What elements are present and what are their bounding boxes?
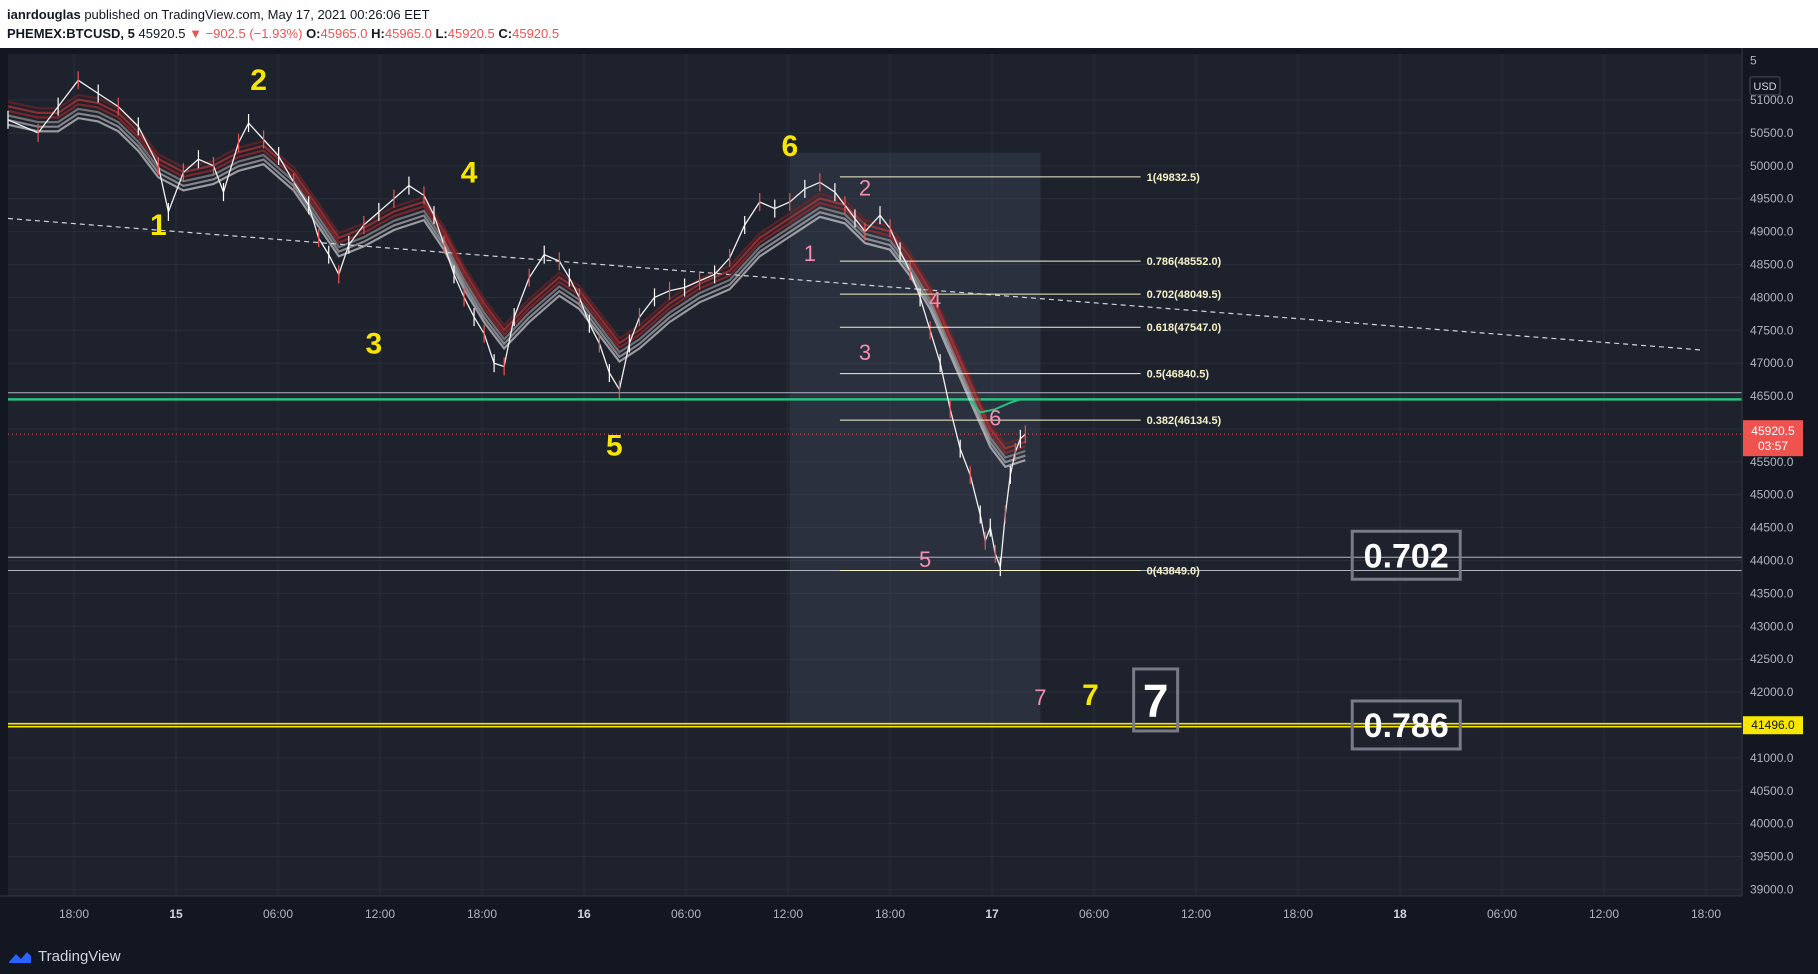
brand-label[interactable]: TradingView: [38, 948, 121, 965]
time-axis-tick: 18: [1393, 907, 1407, 921]
time-axis-tick: 18:00: [59, 907, 89, 921]
price-axis-tick: 50500.0: [1750, 126, 1794, 140]
publish-info: ianrdouglas published on TradingView.com…: [7, 7, 430, 22]
fib-level-label: 0(43849.0): [1147, 565, 1201, 577]
high-value: 45965.0: [384, 26, 432, 41]
wave-label-yellow: 5: [606, 429, 623, 462]
price-axis-tick: 49000.0: [1750, 225, 1794, 239]
wave-label-yellow: 1: [150, 209, 167, 242]
fib-level-label: 1(49832.5): [1147, 172, 1201, 184]
price-axis-tick: 46500.0: [1750, 389, 1794, 403]
wave-label-pink: 3: [859, 340, 871, 365]
wave-label-yellow: 3: [366, 327, 383, 360]
price-axis-tick: 42500.0: [1750, 652, 1794, 666]
author-name[interactable]: ianrdouglas: [7, 7, 81, 22]
support-price-tag-value: 41496.0: [1751, 718, 1795, 732]
time-axis-tick: 18:00: [875, 907, 905, 921]
price-axis-tick: 49500.0: [1750, 192, 1794, 206]
low-label: L:: [435, 26, 448, 41]
wave-label-yellow: 4: [461, 156, 478, 189]
time-axis-tick: 06:00: [1487, 907, 1517, 921]
price-axis-tick: 50000.0: [1750, 159, 1794, 173]
fib-level-label: 0.5(46840.5): [1147, 369, 1210, 381]
time-axis-tick: 12:00: [773, 907, 803, 921]
low-value: 45920.5: [447, 26, 495, 41]
change-text: ▼ −902.5 (−1.93%): [189, 26, 303, 41]
wave-label-pink: 7: [1034, 685, 1046, 710]
time-axis-tick: 12:00: [1181, 907, 1211, 921]
currency-label: USD: [1753, 81, 1776, 93]
symbol-label[interactable]: PHEMEX:BTCUSD, 5: [7, 26, 135, 41]
time-axis-tick: 18:00: [1691, 907, 1721, 921]
last-price-tag-value: 45920.5: [1751, 424, 1795, 438]
price-axis-tick: 44000.0: [1750, 554, 1794, 568]
wave-label-yellow: 2: [250, 64, 267, 97]
price-axis-tick: 42000.0: [1750, 685, 1794, 699]
fib-level-label: 0.702(48049.5): [1147, 289, 1222, 301]
time-axis-tick: 16: [577, 907, 591, 921]
wave-label-pink: 4: [929, 287, 941, 312]
price-axis-tick: 45000.0: [1750, 488, 1794, 502]
bar-countdown: 03:57: [1758, 439, 1788, 453]
time-axis-tick: 18:00: [467, 907, 497, 921]
time-axis-tick: 15: [169, 907, 183, 921]
time-axis-tick: 06:00: [1079, 907, 1109, 921]
high-label: H:: [371, 26, 385, 41]
ratio-box-label: 0.702: [1364, 537, 1449, 575]
price-axis-tick: 39000.0: [1750, 882, 1794, 896]
wave-label-yellow: 7: [1082, 679, 1099, 712]
publish-text: published on TradingView.com, May 17, 20…: [84, 7, 430, 22]
time-axis-tick: 06:00: [671, 907, 701, 921]
price-axis-tick: 48500.0: [1750, 258, 1794, 272]
wave-label-pink: 5: [919, 547, 931, 572]
price-axis-tick: 5: [1750, 54, 1757, 68]
price-axis-tick: 45500.0: [1750, 455, 1794, 469]
price-axis-tick: 47500.0: [1750, 323, 1794, 337]
ratio-box-label: 7: [1143, 675, 1169, 727]
price-axis-tick: 47000.0: [1750, 356, 1794, 370]
ratio-box-label: 0.786: [1364, 707, 1449, 745]
tradingview-logo-icon: [9, 952, 31, 963]
price-axis-tick: 39500.0: [1750, 850, 1794, 864]
last-price-text: 45920.5: [138, 26, 186, 41]
wave-label-yellow: 6: [781, 130, 798, 163]
wave-label-pink: 6: [989, 406, 1001, 431]
wave-label-pink: 2: [859, 175, 871, 200]
time-axis-tick: 18:00: [1283, 907, 1313, 921]
fib-level-label: 0.618(47547.0): [1147, 322, 1222, 334]
price-axis-tick: 43000.0: [1750, 619, 1794, 633]
footer: TradingView: [0, 940, 1818, 974]
time-axis-tick: 12:00: [365, 907, 395, 921]
symbol-info: PHEMEX:BTCUSD, 5 45920.5 ▼ −902.5 (−1.93…: [7, 26, 559, 41]
chart-area[interactable]: 1(49832.5) 0.786(48552.0) 0.702(48049.5) 0.…: [0, 48, 1818, 940]
price-axis-tick: 44500.0: [1750, 521, 1794, 535]
time-axis-tick: 17: [985, 907, 999, 921]
price-axis-tick: 48000.0: [1750, 290, 1794, 304]
price-chart[interactable]: 1(49832.5) 0.786(48552.0) 0.702(48049.5) 0.…: [0, 48, 1818, 940]
fib-level-label: 0.786(48552.0): [1147, 256, 1222, 268]
close-value: 45920.5: [512, 26, 560, 41]
wave-label-pink: 1: [804, 241, 816, 266]
fib-level-label: 0.382(46134.5): [1147, 415, 1222, 427]
time-axis-tick: 12:00: [1589, 907, 1619, 921]
chart-header: ianrdouglas published on TradingView.com…: [0, 0, 1818, 48]
price-axis-tick: 40500.0: [1750, 784, 1794, 798]
open-label: O:: [306, 26, 321, 41]
price-axis-tick: 41000.0: [1750, 751, 1794, 765]
time-axis-tick: 06:00: [263, 907, 293, 921]
price-axis-tick: 40000.0: [1750, 817, 1794, 831]
price-axis-tick: 43500.0: [1750, 586, 1794, 600]
close-label: C:: [498, 26, 513, 41]
open-value: 45965.0: [320, 26, 368, 41]
